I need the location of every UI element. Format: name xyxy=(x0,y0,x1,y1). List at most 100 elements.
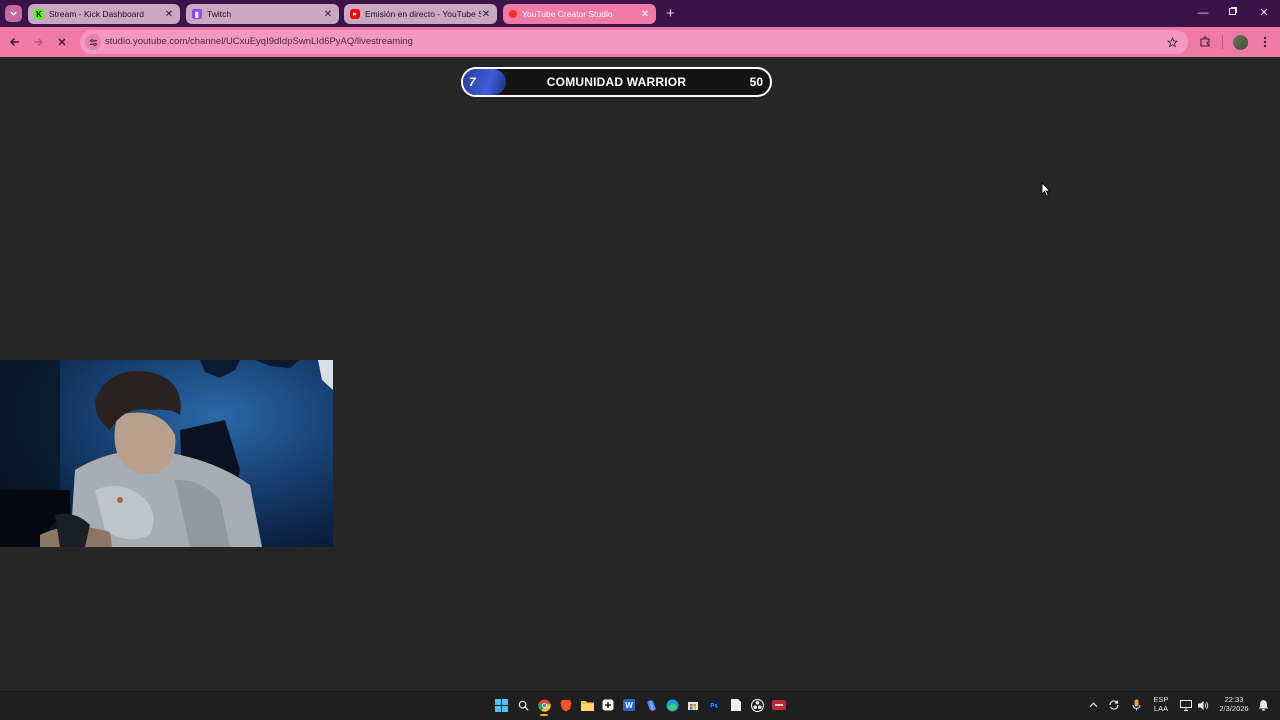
tab-twitch[interactable]: ▮ Twitch ✕ xyxy=(186,4,339,24)
taskbar-search-button[interactable] xyxy=(515,697,531,713)
browser-tab-strip: K Stream - Kick Dashboard ✕ ▮ Twitch ✕ E… xyxy=(0,0,1280,27)
tab-title: Twitch xyxy=(207,9,232,19)
copilot-icon xyxy=(646,699,656,711)
taskbar-edge[interactable] xyxy=(664,697,680,713)
site-info-icon[interactable] xyxy=(85,34,101,50)
tab-title: Emisión en directo - YouTube S xyxy=(365,9,481,19)
notifications-button[interactable] xyxy=(1255,697,1271,713)
clock-date: 2/3/2026 xyxy=(1219,704,1249,713)
bookmark-star-icon[interactable] xyxy=(1164,34,1180,50)
chevron-up-icon xyxy=(1088,702,1098,708)
webcam-image xyxy=(0,360,333,547)
minimize-button[interactable]: — xyxy=(1188,4,1218,22)
tab-search-button[interactable] xyxy=(5,5,22,22)
extensions-button[interactable] xyxy=(1196,33,1214,51)
network-icon xyxy=(1180,699,1192,711)
kick-icon: K xyxy=(34,9,44,19)
language-code: ESP xyxy=(1153,695,1169,704)
taskbar-brave[interactable] xyxy=(558,697,574,713)
taskbar-clock[interactable]: 22:33 2/3/2026 xyxy=(1214,695,1254,713)
tab-kick-dashboard[interactable]: K Stream - Kick Dashboard ✕ xyxy=(28,4,180,24)
taskbar-copilot[interactable] xyxy=(643,697,659,713)
tab-title: YouTube Creator Studio xyxy=(522,9,613,19)
profile-avatar[interactable] xyxy=(1231,33,1249,51)
browser-menu-button[interactable] xyxy=(1256,33,1274,51)
taskbar-chrome[interactable] xyxy=(536,697,552,716)
photoshop-icon: Ps xyxy=(708,699,720,711)
community-goal-bar: 7 COMUNIDAD WARRIOR 50 xyxy=(461,67,772,97)
taskbar-file-explorer[interactable] xyxy=(579,697,595,713)
windows-icon xyxy=(494,698,508,712)
keyboard-layout: LAA xyxy=(1153,704,1169,713)
goal-title: COMUNIDAD WARRIOR xyxy=(546,75,687,89)
back-button[interactable] xyxy=(6,33,24,51)
folder-icon xyxy=(580,700,594,711)
tray-microphone[interactable] xyxy=(1128,697,1144,713)
store-icon xyxy=(688,702,698,710)
address-bar[interactable]: studio.youtube.com/channel/UCxuEyqI9dIdp… xyxy=(80,30,1188,54)
speaker-icon xyxy=(1198,700,1209,710)
taskbar-app[interactable] xyxy=(600,697,616,713)
taskbar-app-red[interactable] xyxy=(771,697,787,713)
close-icon: ✕ xyxy=(1259,7,1269,19)
close-window-button[interactable]: ✕ xyxy=(1249,4,1279,22)
obs-icon xyxy=(750,698,764,712)
restore-icon xyxy=(1229,7,1237,15)
taskbar-store[interactable] xyxy=(685,697,701,713)
app-icon xyxy=(772,700,786,710)
brave-icon xyxy=(560,699,572,711)
avatar-icon xyxy=(1232,34,1248,50)
tray-volume[interactable] xyxy=(1195,697,1211,713)
microphone-icon xyxy=(1132,699,1140,711)
youtube-studio-icon xyxy=(509,10,517,18)
svg-text:W: W xyxy=(625,701,633,710)
bell-icon xyxy=(1258,700,1268,711)
stop-loading-button[interactable] xyxy=(53,33,71,51)
tab-title: Stream - Kick Dashboard xyxy=(49,9,144,19)
tray-network[interactable] xyxy=(1178,697,1194,713)
taskbar-obs[interactable] xyxy=(749,697,765,713)
mouse-cursor-icon xyxy=(1041,182,1051,197)
show-hidden-icons-button[interactable] xyxy=(1085,697,1101,713)
arrow-left-icon xyxy=(9,37,19,47)
more-vertical-icon xyxy=(1263,36,1267,48)
windows-taskbar: W Ps ESP LAA 22:33 2/3/2026 xyxy=(0,689,1280,720)
close-icon[interactable]: ✕ xyxy=(323,9,333,20)
close-icon[interactable]: ✕ xyxy=(481,9,491,20)
search-icon xyxy=(518,700,529,711)
forward-button[interactable] xyxy=(29,33,47,51)
sync-icon xyxy=(1109,700,1119,710)
word-icon: W xyxy=(623,699,635,711)
browser-toolbar: studio.youtube.com/channel/UCxuEyqI9dIdp… xyxy=(0,27,1280,57)
active-app-indicator xyxy=(540,714,548,716)
taskbar-word[interactable]: W xyxy=(621,697,637,713)
tab-youtube-studio[interactable]: YouTube Creator Studio ✕ xyxy=(503,4,656,24)
clock-time: 22:33 xyxy=(1224,695,1244,704)
twitch-icon: ▮ xyxy=(192,9,202,19)
webcam-feed xyxy=(0,360,333,547)
close-icon[interactable]: ✕ xyxy=(164,9,174,20)
puzzle-icon xyxy=(1200,36,1210,47)
restore-button[interactable] xyxy=(1218,4,1248,22)
taskbar-photoshop[interactable]: Ps xyxy=(706,697,722,713)
edge-icon xyxy=(666,699,678,711)
input-language-indicator[interactable]: ESP LAA xyxy=(1150,695,1172,713)
tab-youtube-live[interactable]: Emisión en directo - YouTube S ✕ xyxy=(344,4,497,24)
url-text: studio.youtube.com/channel/UCxuEyqI9dIdp… xyxy=(105,36,413,47)
app-icon xyxy=(602,699,614,711)
goal-target-value: 50 xyxy=(749,75,763,89)
youtube-icon xyxy=(350,9,360,19)
chevron-down-icon xyxy=(10,11,17,16)
new-tab-button[interactable]: + xyxy=(662,5,679,22)
close-icon xyxy=(58,38,66,46)
chrome-icon xyxy=(537,698,551,712)
close-icon[interactable]: ✕ xyxy=(640,9,650,20)
start-button[interactable] xyxy=(493,697,509,713)
taskbar-notepad[interactable] xyxy=(728,697,744,713)
minimize-icon: — xyxy=(1197,7,1209,19)
toolbar-divider xyxy=(1222,35,1223,49)
svg-text:Ps: Ps xyxy=(710,704,718,710)
plus-icon: + xyxy=(666,5,675,22)
arrow-right-icon xyxy=(34,37,44,47)
tray-sync[interactable] xyxy=(1106,697,1122,713)
